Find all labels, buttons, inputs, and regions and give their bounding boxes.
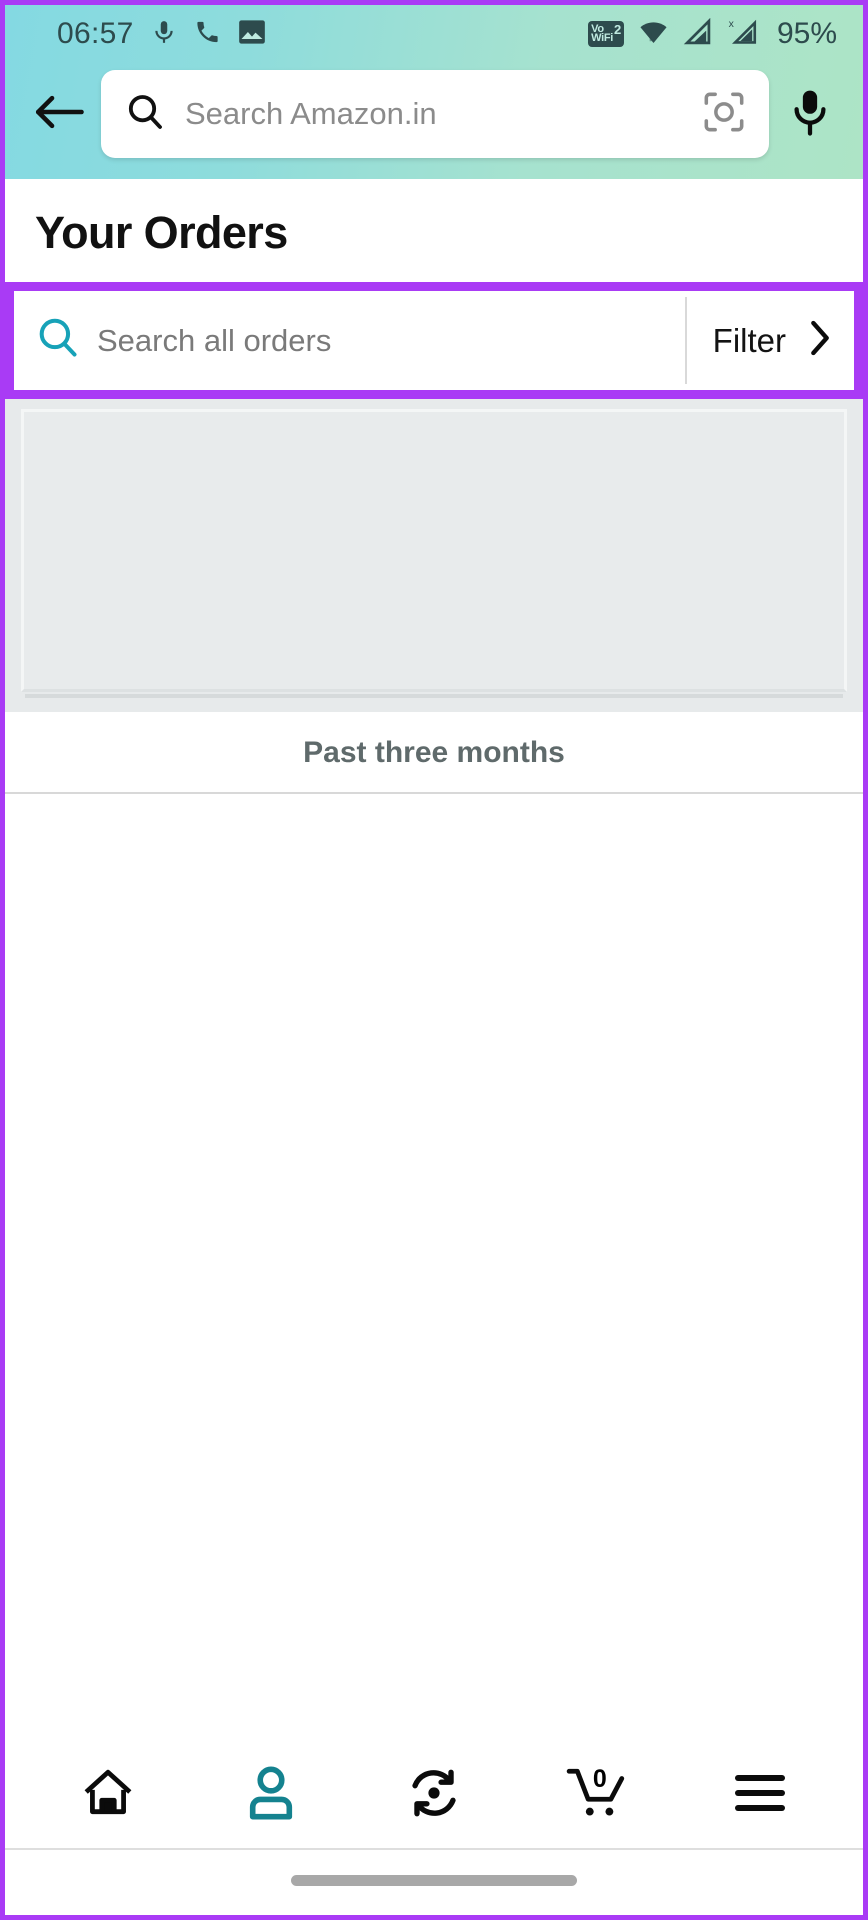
svg-text:x: x xyxy=(729,18,735,29)
page-title: Your Orders xyxy=(35,207,288,258)
bottom-navigation: 0 xyxy=(5,1743,863,1910)
orders-period-header: Past three months xyxy=(5,712,863,795)
nav-refresh-button[interactable] xyxy=(380,1753,488,1839)
camera-lens-scan-icon[interactable] xyxy=(701,89,747,140)
skeleton-underline xyxy=(25,694,843,699)
filter-button[interactable]: Filter xyxy=(684,297,854,385)
home-indicator-bar[interactable] xyxy=(291,1874,577,1886)
phone-call-icon xyxy=(194,18,221,51)
vowifi-icon: Vo WiFi 2 xyxy=(588,21,624,47)
search-icon xyxy=(36,316,80,365)
microphone-icon xyxy=(789,87,831,142)
orders-search-input[interactable]: Search all orders xyxy=(14,291,685,390)
status-bar-left: 06:57 xyxy=(57,17,266,52)
bottom-nav-row: 0 xyxy=(5,1743,863,1848)
microphone-icon xyxy=(151,17,177,52)
signal-1-icon xyxy=(683,17,713,51)
cart-badge-count: 0 xyxy=(592,1764,607,1793)
search-icon xyxy=(125,92,165,137)
signal-2-no-sim-icon: x xyxy=(726,17,760,52)
nav-cart-button[interactable]: 0 xyxy=(543,1753,651,1839)
orders-loading-placeholder xyxy=(5,399,863,713)
back-arrow-icon xyxy=(33,92,85,137)
vowifi-sim-text: 2 xyxy=(614,22,621,37)
skeleton-card xyxy=(21,409,847,693)
gesture-nav-area xyxy=(5,1848,863,1910)
phone-screenshot: 06:57 Vo WiFi 2 x 95% Search Amazon.in Y… xyxy=(0,0,868,1920)
orders-list xyxy=(5,794,863,1852)
status-bar-right: Vo WiFi 2 x 95% xyxy=(588,17,837,52)
search-row: Search Amazon.in xyxy=(5,63,863,179)
amazon-search-bar[interactable]: Search Amazon.in xyxy=(101,70,769,158)
filter-bar-highlight: Search all orders Filter xyxy=(5,282,863,400)
filter-label: Filter xyxy=(712,321,786,359)
nav-home-button[interactable] xyxy=(54,1753,162,1839)
app-header: 06:57 Vo WiFi 2 x 95% Search Amazon.in xyxy=(5,5,863,179)
status-bar: 06:57 Vo WiFi 2 x 95% xyxy=(5,5,863,63)
battery-percentage: 95% xyxy=(776,17,837,50)
sync-refresh-icon xyxy=(406,1765,462,1826)
status-clock: 06:57 xyxy=(57,17,134,50)
home-icon xyxy=(81,1766,135,1825)
chevron-right-icon xyxy=(806,318,834,363)
person-icon xyxy=(245,1765,297,1826)
page-title-bar: Your Orders xyxy=(5,179,863,283)
nav-account-button[interactable] xyxy=(217,1753,325,1839)
hamburger-menu-icon xyxy=(734,1772,786,1819)
nav-menu-button[interactable] xyxy=(706,1753,814,1839)
vowifi-wifi-text: WiFi xyxy=(591,32,614,44)
orders-period-label: Past three months xyxy=(303,736,565,770)
voice-search-button[interactable] xyxy=(775,78,845,150)
search-input-placeholder: Search Amazon.in xyxy=(185,96,437,131)
image-icon xyxy=(238,19,266,50)
wifi-icon xyxy=(637,18,670,51)
orders-search-placeholder: Search all orders xyxy=(97,322,332,358)
back-button[interactable] xyxy=(23,78,95,150)
orders-filter-bar: Search all orders Filter xyxy=(14,291,854,391)
